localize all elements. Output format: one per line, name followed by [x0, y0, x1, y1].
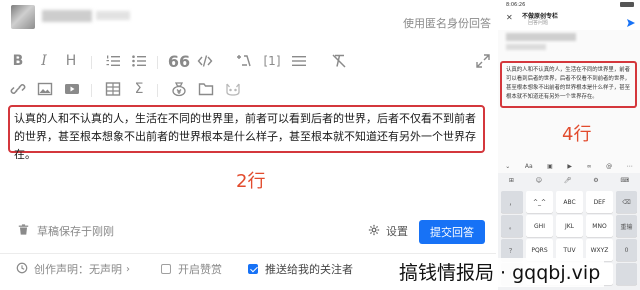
- keyboard-key[interactable]: ABC: [556, 191, 583, 213]
- watermark-text: 搞钱情报局 · gqqbj.vip: [395, 258, 605, 287]
- toolbar-divider: [91, 56, 92, 69]
- at-icon[interactable]: @: [606, 163, 612, 170]
- keyboard-key[interactable]: JKL: [556, 215, 583, 237]
- font-style-button[interactable]: Aa: [525, 163, 533, 170]
- keyboard-toolbar: ⌄ Aa ▣ ▶ ∞ @ ⋯: [498, 159, 640, 173]
- settings-button[interactable]: 设置: [368, 222, 408, 240]
- ordered-list-icon[interactable]: [104, 52, 122, 70]
- code-icon[interactable]: [196, 52, 214, 70]
- draft-status-text: 草稿保存于刚刚: [37, 225, 114, 238]
- formatting-toolbar: B I H 66 [1]: [0, 52, 496, 74]
- avatar[interactable]: [11, 5, 35, 29]
- keyboard-key[interactable]: GHI: [526, 215, 553, 237]
- enable-tips-label: 开启赞赏: [178, 263, 222, 276]
- footer-divider: [0, 253, 496, 254]
- smile-icon[interactable]: ☺: [536, 177, 542, 184]
- close-icon[interactable]: ✕: [506, 13, 513, 22]
- bold-icon[interactable]: B: [9, 52, 27, 70]
- toolbar-divider: [91, 84, 92, 97]
- blurred-question-line: [506, 44, 546, 50]
- enter-key[interactable]: [616, 263, 637, 285]
- clear-format-icon[interactable]: [330, 52, 348, 70]
- formula-icon[interactable]: [236, 52, 254, 70]
- row-count-annotation: 2行: [236, 171, 266, 192]
- keyboard-key[interactable]: ^_^: [526, 191, 553, 213]
- blurred-question-line: [506, 33, 576, 41]
- image-icon[interactable]: [36, 80, 54, 98]
- link-icon[interactable]: [9, 80, 27, 98]
- checkbox-unchecked[interactable]: [161, 264, 171, 274]
- reset-key[interactable]: 重输: [616, 215, 637, 237]
- bullet-list-icon[interactable]: [130, 52, 148, 70]
- send-icon[interactable]: [627, 12, 635, 31]
- keyboard-icon[interactable]: ⌨: [620, 177, 629, 184]
- checkbox-checked[interactable]: [248, 264, 258, 274]
- push-to-followers-label: 推送给我的关注者: [265, 263, 353, 276]
- keyboard-suggestion-bar: ⊞ ☺ 🎤︎ ⚙ ⌨: [498, 173, 640, 187]
- video-icon[interactable]: [63, 80, 81, 98]
- money-bag-icon[interactable]: [170, 80, 188, 98]
- image-icon[interactable]: ▣: [547, 163, 553, 170]
- keyboard-key[interactable]: MNO: [586, 215, 613, 237]
- more-icon[interactable]: ⋯: [627, 163, 633, 170]
- table-icon[interactable]: [104, 80, 122, 98]
- folder-icon[interactable]: [197, 80, 215, 98]
- chevron-down-icon[interactable]: ⌄: [505, 163, 510, 170]
- phone-answer-text: 认真的人和不认真的人，生活在不同的世界里，前者可以看到后者的世界，后者不仅看不到…: [506, 67, 630, 100]
- grid-icon[interactable]: ⊞: [509, 177, 514, 184]
- creation-statement-label: 创作声明：无声明: [34, 263, 122, 276]
- link-icon[interactable]: ∞: [587, 163, 592, 170]
- phone-subtitle: 回答问题: [528, 20, 549, 26]
- anonymous-answer-link[interactable]: 使用匿名身份回答: [403, 15, 491, 31]
- italic-icon[interactable]: I: [35, 52, 53, 70]
- submit-answer-button[interactable]: 提交回答: [419, 220, 485, 244]
- answer-body-text[interactable]: 认真的人和不认真的人，生活在不同的世界里，前者可以看到后者的世界，后者不仅看不到…: [14, 110, 480, 164]
- fullscreen-icon[interactable]: [474, 52, 492, 70]
- insert-toolbar: Σ: [0, 80, 496, 102]
- heading-icon[interactable]: H: [62, 52, 80, 70]
- video-icon[interactable]: ▶: [567, 163, 572, 170]
- zero-key[interactable]: 0: [616, 239, 637, 261]
- creation-statement-dropdown[interactable]: 创作声明：无声明 ›: [16, 261, 130, 277]
- answer-editor: 使用匿名身份回答 B I H 66 [1] Σ 认真的人和不认真的人，生活在不同…: [0, 0, 496, 290]
- chevron-right-icon: ›: [126, 263, 130, 275]
- clock-icon: [16, 262, 28, 277]
- draft-status: 草稿保存于刚刚: [18, 222, 114, 240]
- toolbar-divider: [157, 56, 158, 69]
- reference-icon[interactable]: [1]: [263, 52, 281, 70]
- push-to-followers-checkbox[interactable]: 推送给我的关注者: [248, 261, 353, 277]
- settings-label: 设置: [386, 225, 408, 238]
- mic-icon[interactable]: 🎤︎: [564, 177, 572, 184]
- blurred-user-headline: [96, 11, 130, 20]
- cat-emoji-icon[interactable]: [224, 80, 242, 98]
- battery-icon: [620, 2, 634, 7]
- gear-icon[interactable]: ⚙: [593, 177, 598, 184]
- gear-icon: [368, 224, 380, 239]
- divider-line-icon[interactable]: [290, 52, 308, 70]
- blurred-username: [42, 10, 92, 22]
- trash-icon[interactable]: [18, 224, 29, 238]
- punctuation-key[interactable]: ，: [501, 191, 523, 213]
- enable-tips-checkbox[interactable]: 开启赞赏: [161, 261, 222, 277]
- sum-formula-icon[interactable]: Σ: [130, 80, 148, 98]
- keyboard-key[interactable]: DEF: [586, 191, 613, 213]
- backspace-key[interactable]: ⌫: [616, 191, 637, 213]
- toolbar-divider: [157, 84, 158, 97]
- punctuation-key[interactable]: 。: [501, 215, 523, 237]
- row-count-annotation: 4行: [562, 124, 592, 145]
- phone-header: ✕: [498, 8, 640, 30]
- quote-icon[interactable]: 66: [168, 52, 190, 71]
